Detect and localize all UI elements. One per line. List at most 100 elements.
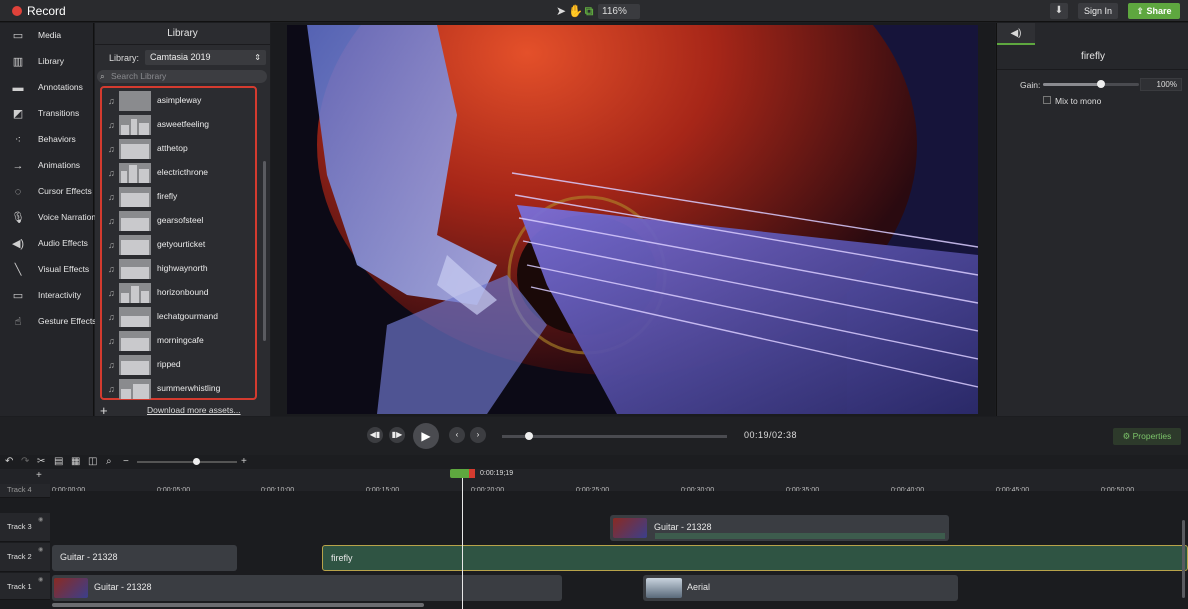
nav-item-library[interactable]: ▥ Library [0,49,94,75]
track-header-4[interactable]: Track 4 [0,484,50,498]
download-more-assets-link[interactable]: Download more assets... [147,405,241,415]
timeline-vertical-scrollbar[interactable] [1182,520,1185,598]
video-preview[interactable] [287,25,978,414]
clip-thumbnail [613,518,647,538]
split-icon[interactable]: ◫ [88,456,97,467]
audio-properties-tab[interactable]: ◀) [997,23,1035,45]
lock-icon[interactable]: ◉ [38,576,43,583]
record-button[interactable]: Record [27,4,66,18]
timeline-zoom-handle[interactable] [193,458,200,465]
nav-item-gesture-effects[interactable]: ☝︎ Gesture Effects [0,309,97,335]
interactivity-icon: ▭ [12,290,24,302]
zoom-in-icon[interactable]: + [241,456,247,467]
track-label: Track 2 [7,552,32,561]
copy-icon[interactable]: ▤ [54,456,63,467]
track-header-2[interactable]: Track 2 ◉ [0,543,50,572]
list-item[interactable]: ♫ horizonbound [102,281,255,305]
list-item[interactable]: ♫ asweetfeeling [102,113,255,137]
list-item[interactable]: ♫ asimpleway [102,89,255,113]
timeline-clip[interactable]: Aerial [643,575,958,601]
nav-item-audio-effects[interactable]: ◀) Audio Effects [0,231,94,257]
nav-item-visual-effects[interactable]: ╲ Visual Effects [0,257,94,283]
library-scrollbar[interactable] [263,161,266,341]
next-frame-icon[interactable]: › [470,427,486,443]
zoom-select[interactable]: 116% ▼ [598,4,640,31]
search-placeholder: Search Library [111,71,167,81]
list-item[interactable]: ♫ highwaynorth [102,257,255,281]
zoom-search-icon[interactable]: ⌕ [106,456,112,467]
waveform-thumbnail [119,187,151,207]
list-item-label: asweetfeeling [157,119,209,129]
nav-label: Behaviors [38,134,76,144]
nav-label: Visual Effects [38,264,90,274]
nav-item-media[interactable]: ▭ Media [0,23,94,49]
list-item[interactable]: ♫ firefly [102,185,255,209]
crop-tool-icon[interactable]: ⧉ [582,4,596,18]
properties-button[interactable]: ⚙ Properties [1113,428,1181,445]
redo-icon[interactable]: ↷ [21,456,29,467]
nav-item-cursor-effects[interactable]: ◌ Cursor Effects [0,179,94,205]
library-select[interactable]: Camtasia 2019 ⇕ [145,50,266,65]
gain-slider-handle[interactable] [1097,80,1105,88]
pan-tool-icon[interactable]: ✋ [568,4,583,18]
mix-to-mono-checkbox[interactable] [1043,96,1051,104]
music-note-icon: ♫ [108,96,115,106]
timeline-zoom-slider[interactable] [137,461,237,463]
gain-value-field[interactable]: 100% [1140,78,1182,91]
playhead-line [462,478,463,609]
play-button[interactable]: ▶ [413,423,439,449]
playhead-time: 0:00:19;19 [480,470,514,477]
playhead-out-marker[interactable] [469,469,475,478]
clip-label: Guitar - 21328 [60,552,118,562]
cut-icon[interactable]: ✂ [37,456,45,467]
music-note-icon: ♫ [108,336,115,346]
paste-icon[interactable]: ▦ [71,456,80,467]
list-item[interactable]: ♫ gearsofsteel [102,209,255,233]
list-item[interactable]: ♫ electricthrone [102,161,255,185]
nav-item-voice-narration[interactable]: 🎙︎ Voice Narration [0,205,96,231]
list-item[interactable]: ♫ atthetop [102,137,255,161]
track-header-3[interactable]: Track 3 ◉ [0,513,50,542]
timeline-clip-selected[interactable]: firefly [322,545,1188,571]
timeline-clip[interactable]: Guitar - 21328 [52,575,562,601]
nav-item-behaviors[interactable]: ⁖ Behaviors [0,127,94,153]
step-forward-icon[interactable]: ▮▶ [389,427,405,443]
list-item[interactable]: ♫ ripped [102,353,255,377]
scrubber-handle[interactable] [525,432,533,440]
divider [997,69,1188,70]
add-asset-icon[interactable]: + [100,403,108,418]
timeline-ruler[interactable]: 0:00:00;00 0:00:05;00 0:00:10;00 0:00:15… [50,469,1188,494]
share-button[interactable]: ⇪ Share [1128,3,1180,19]
nav-item-transitions[interactable]: ◩ Transitions [0,101,94,127]
film-icon: ▭ [12,30,24,42]
speaker-icon: ◀) [11,238,25,250]
lock-icon[interactable]: ◉ [38,546,43,553]
library-search-input[interactable]: ⌕ Search Library [97,70,267,83]
timeline-clip[interactable]: Guitar - 21328 [610,515,949,541]
timeline-clip[interactable]: Guitar - 21328 [52,545,237,571]
nav-label: Annotations [38,82,83,92]
previous-frame-icon[interactable]: ‹ [449,427,465,443]
scrubber-track[interactable] [502,435,727,438]
nav-label: Transitions [38,108,80,118]
record-icon[interactable] [12,6,22,16]
sign-in-button[interactable]: Sign In [1078,3,1118,19]
timeline-horizontal-scrollbar[interactable] [52,603,424,607]
list-item[interactable]: ♫ getyourticket [102,233,255,257]
list-item[interactable]: ♫ morningcafe [102,329,255,353]
list-item[interactable]: ♫ lechatgourmand [102,305,255,329]
track-header-1[interactable]: Track 1 ◉ [0,573,50,600]
pointer-tool-icon[interactable]: ➤ [554,4,568,18]
download-icon[interactable]: ⬇ [1050,3,1068,19]
list-item-label: horizonbound [157,287,209,297]
nav-item-animations[interactable]: → Animations [0,153,94,179]
lock-icon[interactable]: ◉ [38,516,43,523]
list-item[interactable]: ♫ summerwhistling [102,377,255,401]
zoom-out-icon[interactable]: − [123,456,129,467]
nav-item-interactivity[interactable]: ▭ Interactivity [0,283,94,309]
playback-time: 00:19/02:38 [744,430,798,440]
library-select-value: Camtasia 2019 [150,52,211,62]
undo-icon[interactable]: ↶ [5,456,13,467]
step-back-icon[interactable]: ◀▮ [367,427,383,443]
nav-item-annotations[interactable]: ▬ Annotations [0,75,94,101]
